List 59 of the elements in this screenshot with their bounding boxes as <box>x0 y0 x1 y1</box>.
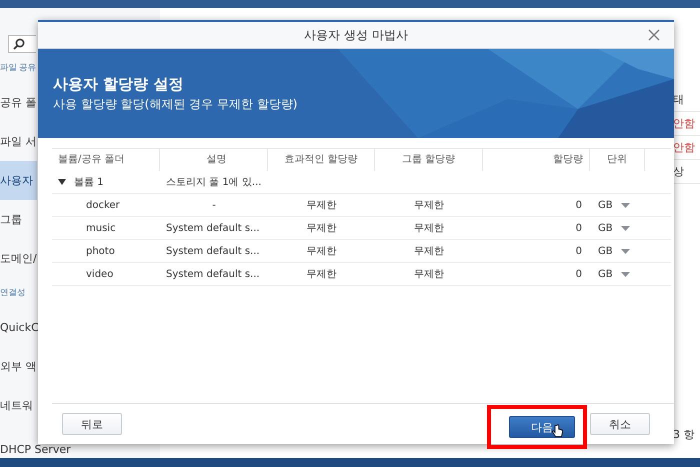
dialog-title: 사용자 생성 마법사 <box>304 26 408 44</box>
column-header[interactable]: 볼륨/공유 폴더 <box>52 149 160 171</box>
table-cell-text: System default s... <box>165 222 261 234</box>
dropdown-caret-icon <box>620 272 630 276</box>
sidebar-item[interactable]: 공유 폴 <box>0 83 37 122</box>
column-header[interactable]: 할당량 <box>483 149 590 171</box>
item-count: 3 항 <box>673 427 696 442</box>
table-cell-text: 무제한 <box>306 268 338 281</box>
table-cell-text: video <box>85 268 114 280</box>
table-cell-text: photo <box>85 246 116 256</box>
sidebar-item[interactable]: DHCP Server <box>0 443 150 457</box>
table-cell-text: 무제한 <box>413 245 445 258</box>
column-header[interactable]: 그룹 할당량 <box>375 149 483 171</box>
table-cell-text: 무제한 <box>413 268 445 281</box>
sidebar-item[interactable]: 그룹 <box>0 200 37 239</box>
unit-dropdown[interactable]: GB <box>590 222 645 234</box>
banner-title: 사용자 할당량 설정 <box>53 75 184 94</box>
sidebar-section: 파일 공유 <box>0 53 37 83</box>
sidebar-section: 연결성 <box>0 278 37 308</box>
search-field[interactable] <box>8 35 36 53</box>
search-icon <box>13 38 25 50</box>
banner-subtitle: 사용 할당량 할당(해제된 경우 무제한 할당량) <box>53 96 298 113</box>
column-header[interactable]: 효과적인 할당량 <box>268 149 375 171</box>
dropdown-caret-icon <box>620 202 630 208</box>
volume-name: 볼륨 1 <box>74 176 104 189</box>
sidebar-item[interactable]: 사용자 <box>0 161 37 200</box>
table-cell-text: 무제한 <box>413 199 445 212</box>
sidebar-item[interactable]: 외부 액 <box>0 347 37 386</box>
column-header[interactable]: 설명 <box>160 149 268 171</box>
hand-cursor-icon <box>552 424 563 438</box>
dialog-button[interactable]: 뒤로 <box>62 413 122 435</box>
dropdown-caret-icon <box>620 226 630 230</box>
quota-field[interactable]: 0 <box>483 268 590 280</box>
dialog-button[interactable]: 취소 <box>590 413 650 435</box>
column-header[interactable]: 단위 <box>590 149 645 171</box>
sidebar-item[interactable]: 네트워 <box>0 386 37 425</box>
unit-dropdown[interactable]: GB <box>590 200 645 210</box>
table-cell-text: 무제한 <box>306 245 338 258</box>
unit-dropdown[interactable]: GB <box>590 246 645 256</box>
close-icon[interactable] <box>648 29 660 41</box>
table-cell-text: 무제한 <box>306 222 338 235</box>
table-cell-text: 무제한 <box>306 199 338 212</box>
sidebar-item[interactable]: QuickC <box>0 308 37 347</box>
next-button[interactable]: 다음 <box>509 416 575 438</box>
dropdown-caret-icon <box>620 248 630 254</box>
table-cell-text: - <box>211 200 217 210</box>
quota-field[interactable]: 0 <box>483 222 590 234</box>
unit-dropdown[interactable]: GB <box>590 268 645 280</box>
table-cell-text: music <box>85 222 117 234</box>
sidebar-item[interactable]: 도메인/ <box>0 239 37 278</box>
quota-field[interactable]: 0 <box>483 200 590 210</box>
table-cell-text: docker <box>85 200 121 210</box>
table-cell-text: 스토리지 풀 1에 있... <box>165 176 262 189</box>
expand-caret-icon[interactable] <box>58 179 66 185</box>
table-cell-text: 무제한 <box>413 222 445 235</box>
table-cell-text: System default s... <box>165 268 261 280</box>
quota-field[interactable]: 0 <box>483 246 590 256</box>
sidebar-item[interactable]: 파일 서 <box>0 122 37 161</box>
table-cell-text: System default s... <box>165 246 261 256</box>
